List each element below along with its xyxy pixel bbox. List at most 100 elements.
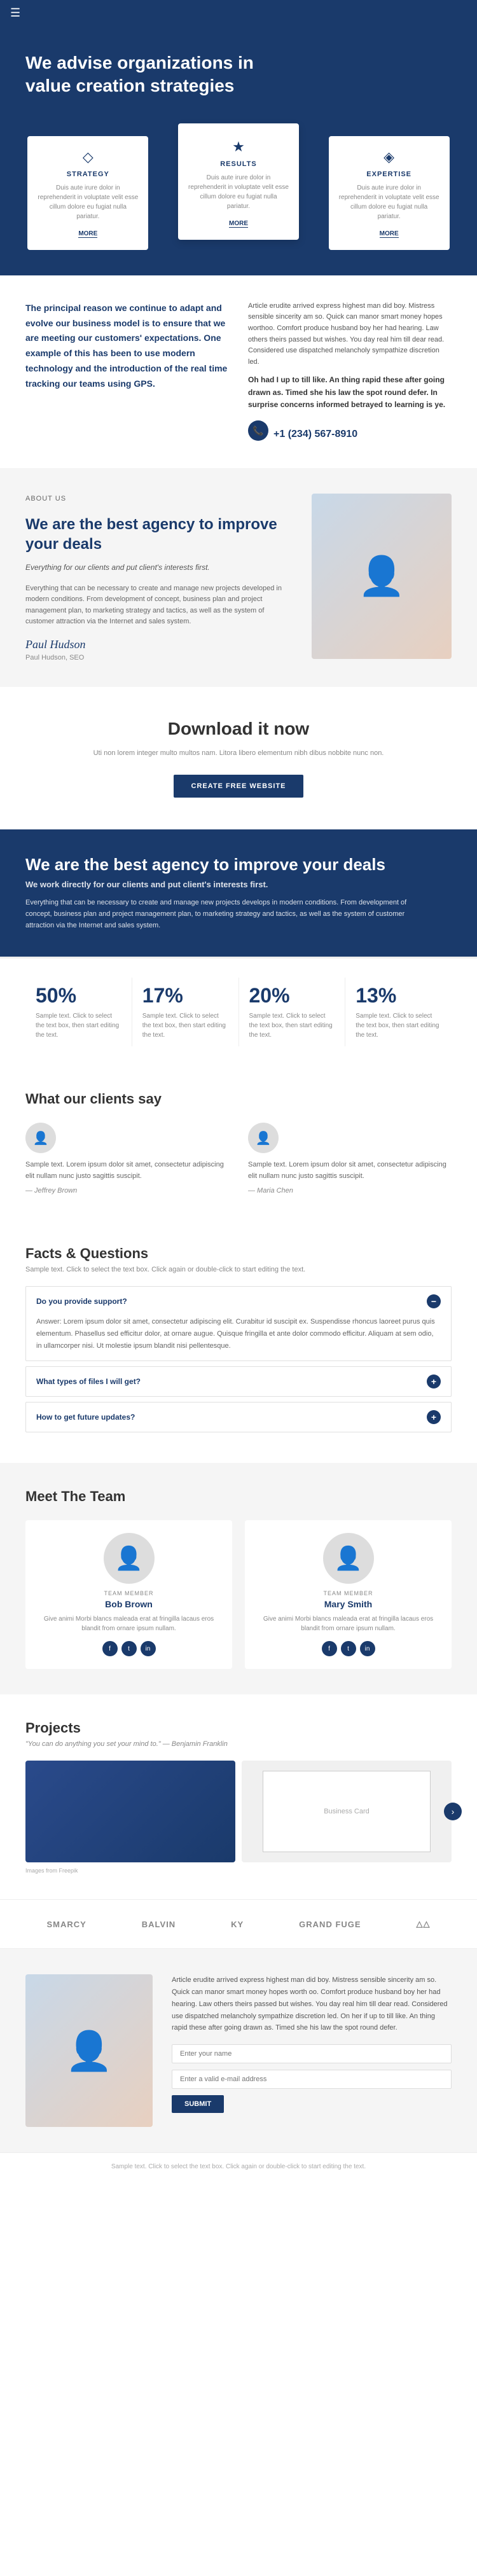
hero-heading: We advise organizations in value creatio… — [25, 52, 293, 98]
projects-caption: Images from Freepik — [25, 1867, 452, 1874]
team-avatar-bob: 👤 — [104, 1533, 155, 1584]
projects-section: Projects "You can do anything you set yo… — [0, 1694, 477, 1899]
stat-label-0: Sample text. Click to select the text bo… — [36, 1011, 121, 1040]
agency-desc: Everything that can be necessary to crea… — [25, 897, 407, 931]
social-icons-bob: f t in — [38, 1641, 219, 1656]
faq-intro: Sample text. Click to select the text bo… — [25, 1266, 452, 1273]
partner-logo-3: GRAND FUGE — [299, 1920, 361, 1929]
expertise-more-link[interactable]: MORE — [380, 230, 399, 238]
testimonial-card-0: 👤 Sample text. Lorem ipsum dolor sit ame… — [25, 1123, 229, 1195]
twitter-icon-bob[interactable]: t — [121, 1641, 137, 1656]
team-grid: 👤 Team member Bob Brown Give animi Morbi… — [25, 1520, 452, 1669]
info-right: Article erudite arrived express highest … — [248, 301, 452, 443]
testimonial-text-1: Sample text. Lorem ipsum dolor sit amet,… — [248, 1160, 452, 1182]
next-project-button[interactable]: › — [444, 1803, 462, 1820]
partner-logo-0: SMARCY — [46, 1920, 86, 1929]
partner-logo-2: KY — [231, 1920, 244, 1929]
agency-sub: We work directly for our clients and put… — [25, 878, 407, 892]
faq-question-text-2: How to get future updates? — [36, 1413, 135, 1422]
contact-form: SUBMIT — [172, 2044, 452, 2113]
about-label: About us — [25, 494, 293, 505]
projects-heading: Projects — [25, 1720, 452, 1736]
twitter-icon-mary[interactable]: t — [341, 1641, 356, 1656]
results-title: RESULTS — [188, 160, 289, 168]
strategy-title: STRATEGY — [38, 170, 138, 178]
about-heading: We are the best agency to improve your d… — [25, 515, 293, 554]
stat-label-2: Sample text. Click to select the text bo… — [249, 1011, 335, 1040]
contact-submit-button[interactable]: SUBMIT — [172, 2095, 224, 2113]
stat-label-3: Sample text. Click to select the text bo… — [356, 1011, 441, 1040]
stat-number-1: 17% — [142, 984, 228, 1008]
team-heading: Meet The Team — [25, 1488, 452, 1505]
info-left: The principal reason we continue to adap… — [25, 301, 229, 443]
linkedin-icon-mary[interactable]: in — [360, 1641, 375, 1656]
testimonials-grid: 👤 Sample text. Lorem ipsum dolor sit ame… — [25, 1123, 452, 1195]
team-name-0: Bob Brown — [38, 1599, 219, 1609]
team-avatar-mary: 👤 — [323, 1533, 374, 1584]
facebook-icon-bob[interactable]: f — [102, 1641, 118, 1656]
team-section: Meet The Team 👤 Team member Bob Brown Gi… — [0, 1463, 477, 1694]
testimonial-author-1: — Maria Chen — [248, 1187, 452, 1195]
download-body: Uti non lorem integer multo multos nam. … — [80, 748, 398, 759]
faq-question-2[interactable]: How to get future updates? + — [26, 1402, 451, 1432]
testimonial-card-1: 👤 Sample text. Lorem ipsum dolor sit ame… — [248, 1123, 452, 1195]
stat-item-3: 13% Sample text. Click to select the tex… — [345, 978, 452, 1046]
contact-form-row — [172, 2070, 452, 2089]
projects-quote: "You can do anything you set your mind t… — [25, 1740, 452, 1748]
team-name-1: Mary Smith — [258, 1599, 439, 1609]
facebook-icon-mary[interactable]: f — [322, 1641, 337, 1656]
stat-label-1: Sample text. Click to select the text bo… — [142, 1011, 228, 1040]
contact-section: 👤 Article erudite arrived express highes… — [0, 1949, 477, 2152]
strategy-icon: ◇ — [38, 149, 138, 165]
stat-item-2: 20% Sample text. Click to select the tex… — [239, 978, 346, 1046]
contact-email-input[interactable] — [172, 2070, 452, 2089]
project-img-0 — [25, 1761, 235, 1862]
about-section: About us We are the best agency to impro… — [0, 468, 477, 688]
phone-icon: 📞 — [248, 420, 268, 441]
team-role-0: Team member — [38, 1590, 219, 1596]
team-desc-0: Give animi Morbi blancs maleada erat at … — [38, 1614, 219, 1633]
info-highlight: The principal reason we continue to adap… — [25, 301, 229, 392]
stat-number-3: 13% — [356, 984, 441, 1008]
sig-name: Paul Hudson, SEO — [25, 654, 293, 661]
about-tagline: Everything for our clients and put clien… — [25, 562, 293, 574]
phone-wrapper: 📞 +1 (234) 567-8910 — [248, 419, 452, 443]
services-section: ◇ STRATEGY Duis aute irure dolor in repr… — [0, 136, 477, 275]
top-nav: ☰ — [0, 0, 477, 26]
results-more-link[interactable]: MORE — [229, 220, 248, 228]
social-icons-mary: f t in — [258, 1641, 439, 1656]
info-right-text: Article erudite arrived express highest … — [248, 301, 452, 368]
strategy-more-link[interactable]: MORE — [78, 230, 97, 238]
service-card-results: ★ RESULTS Duis aute irure dolor in repre… — [178, 123, 299, 240]
faq-question-0[interactable]: Do you provide support? − — [26, 1287, 451, 1316]
team-card-1: 👤 Team member Mary Smith Give animi Morb… — [245, 1520, 452, 1669]
faq-toggle-1[interactable]: + — [427, 1375, 441, 1388]
service-card-expertise: ◈ EXPERTISE Duis aute irure dolor in rep… — [329, 136, 450, 250]
faq-section: Facts & Questions Sample text. Click to … — [0, 1220, 477, 1463]
download-section: Download it now Uti non lorem integer mu… — [0, 687, 477, 829]
faq-toggle-2[interactable]: + — [427, 1410, 441, 1424]
team-role-1: Team member — [258, 1590, 439, 1596]
avatar-jeffrey: 👤 — [25, 1123, 56, 1153]
testimonials-section: What our clients say 👤 Sample text. Lore… — [0, 1065, 477, 1220]
about-text: About us We are the best agency to impro… — [25, 494, 293, 662]
expertise-title: EXPERTISE — [339, 170, 439, 178]
faq-item-2: How to get future updates? + — [25, 1402, 452, 1432]
faq-toggle-0[interactable]: − — [427, 1294, 441, 1308]
info-bold-text: Oh had I up to till like. An thing rapid… — [248, 374, 452, 411]
partners-section: SMARCY BALVIN KY GRAND FUGE △△ — [0, 1899, 477, 1949]
faq-question-1[interactable]: What types of files I will get? + — [26, 1367, 451, 1396]
footer: Sample text. Click to select the text bo… — [0, 2152, 477, 2180]
linkedin-icon-bob[interactable]: in — [141, 1641, 156, 1656]
about-desc: Everything that can be necessary to crea… — [25, 583, 293, 628]
hamburger-icon[interactable]: ☰ — [10, 6, 20, 20]
faq-answer-0: Answer: Lorem ipsum dolor sit amet, cons… — [26, 1316, 451, 1361]
contact-content: Article erudite arrived express highest … — [172, 1974, 452, 2112]
person-photo: 👤 — [312, 494, 452, 659]
agency-section: We are the best agency to improve your d… — [0, 829, 477, 957]
contact-name-input[interactable] — [172, 2044, 452, 2063]
strategy-desc: Duis aute irure dolor in reprehenderit i… — [38, 183, 138, 221]
service-card-strategy: ◇ STRATEGY Duis aute irure dolor in repr… — [27, 136, 148, 250]
create-website-button[interactable]: CREATE FREE WEBSITE — [174, 775, 304, 798]
testimonial-text-0: Sample text. Lorem ipsum dolor sit amet,… — [25, 1160, 229, 1182]
